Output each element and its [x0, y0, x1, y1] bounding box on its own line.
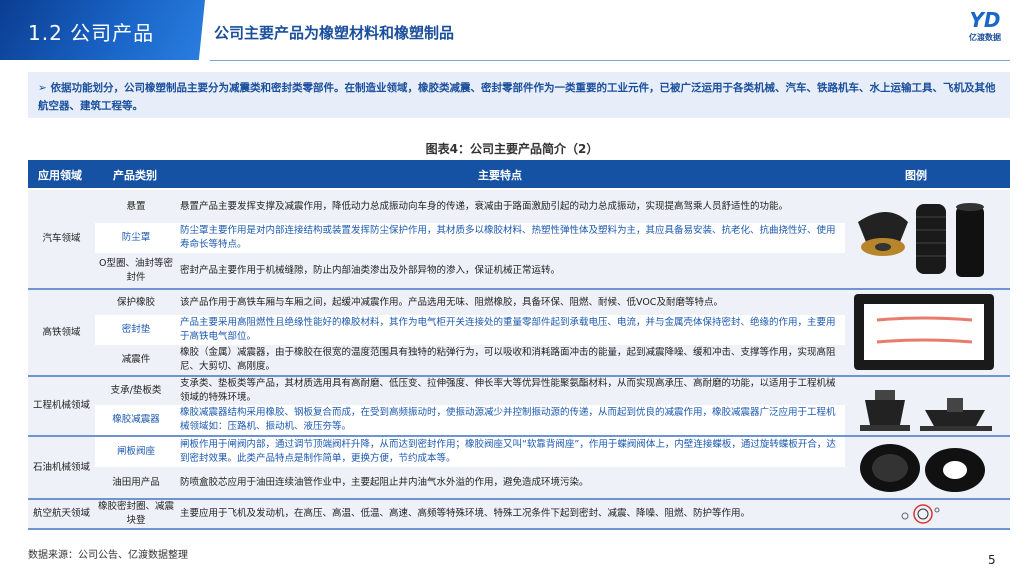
- product-feature: 悬置产品主要发挥支撑及减震作用，降低动力总成振动向车身的传递，衰减由于路面激励引…: [180, 200, 789, 212]
- row-separator: [28, 528, 1010, 530]
- domain-name: 汽车领域: [42, 233, 81, 244]
- product-feature: 防尘罩主要作用是对内部连接结构或装置发挥防尘保护作用，其材质多以橡胶材料、热塑性…: [180, 225, 836, 250]
- product-feature: 橡胶减震器结构采用橡胶、钢板复合而成，在受到高频振动时，使振动源减少并控制振动源…: [180, 407, 836, 432]
- valve-seat-image: [860, 444, 985, 492]
- product-feature: 主要应用于飞机及发动机，在高压、高温、低温、高速、高频等特殊环境、特殊工况条件下…: [180, 508, 751, 519]
- damper-image: [860, 390, 992, 431]
- product-feature: 密封产品主要作用于机械缝隙，防止内部油类渗出及外部异物的渗入，保证机械正常运转。: [180, 264, 561, 276]
- product-category: 闸板阀座: [116, 446, 155, 457]
- seal-ring-image: [901, 504, 940, 524]
- product-category: 支承/垫板类: [110, 385, 162, 396]
- table-header: 应用领域 产品类别 主要特点 图例: [28, 160, 1010, 188]
- domain-name: 高铁领域: [42, 326, 81, 338]
- auto-parts-image: [858, 203, 984, 277]
- header-features: 主要特点: [478, 169, 522, 182]
- domain-name: 工程机械领域: [32, 400, 90, 411]
- section-title: 1.2 公司产品: [28, 21, 155, 45]
- section-banner: 1.2 公司产品: [0, 0, 205, 60]
- product-feature: 橡胶（金属）减震器，由于橡胶在很宽的温度范围具有独特的粘弹行为，可以吸收和消耗路…: [180, 347, 836, 372]
- product-category: 减震件: [121, 354, 151, 365]
- header-image: 图例: [905, 169, 927, 182]
- page-number: 5: [988, 553, 996, 567]
- header-category: 产品类别: [113, 169, 157, 182]
- product-category: 防尘罩: [121, 232, 151, 243]
- product-feature: 闸板作用于闸阀内部，通过调节顶端阀杆升降，从而达到密封作用；橡胶阀座又叫“软靠背…: [180, 439, 836, 464]
- divider: [210, 60, 1010, 61]
- product-category: 橡胶减震器: [112, 414, 160, 425]
- intro-text: ➢ 依据功能划分，公司橡塑制品主要分为减震类和密封类零部件。在制造业领域，橡胶类…: [28, 72, 1010, 118]
- seal-gasket-image: [854, 294, 994, 370]
- logo-text: 亿渡数据: [969, 33, 1001, 42]
- data-source: 数据来源：公司公告、亿渡数据整理: [28, 550, 188, 561]
- product-feature: 产品主要采用高阻燃性且绝缘性能好的橡胶材料，其作为电气柜开关连接处的重量零部件起…: [180, 317, 836, 342]
- product-category: 密封垫: [121, 324, 151, 335]
- domain-name: 航空航天领域: [32, 508, 90, 519]
- product-category: 油田用产品: [112, 476, 160, 488]
- product-category: 悬置: [126, 200, 146, 212]
- header-domain: 应用领域: [38, 169, 82, 182]
- product-category: O型圈、油封等密封件: [99, 257, 173, 283]
- page-title: 公司主要产品为橡塑材料和橡塑制品: [214, 24, 455, 42]
- domain-name: 石油机械领域: [32, 461, 90, 473]
- product-feature: 该产品作用于高铁车厢与车厢之间，起缓冲减震作用。产品选用无味、阻燃橡胶，具备环保…: [180, 296, 723, 308]
- product-feature: 支承类、垫板类等产品，其材质选用具有高耐磨、低压变、拉伸强度、伸长率大等优异性能…: [180, 378, 836, 403]
- logo-mark-icon: YD: [969, 8, 1001, 32]
- logo: YD 亿渡数据: [955, 8, 1015, 48]
- product-category: 橡胶密封圈、减震块登: [97, 501, 174, 526]
- table-caption: 图表4：公司主要产品简介（2）: [425, 142, 599, 156]
- product-category: 保护橡胶: [116, 296, 155, 308]
- product-feature: 防喷盒胶芯应用于油田连续油管作业中，主要起阻止井内油气水外溢的作用，避免造成环境…: [180, 476, 589, 488]
